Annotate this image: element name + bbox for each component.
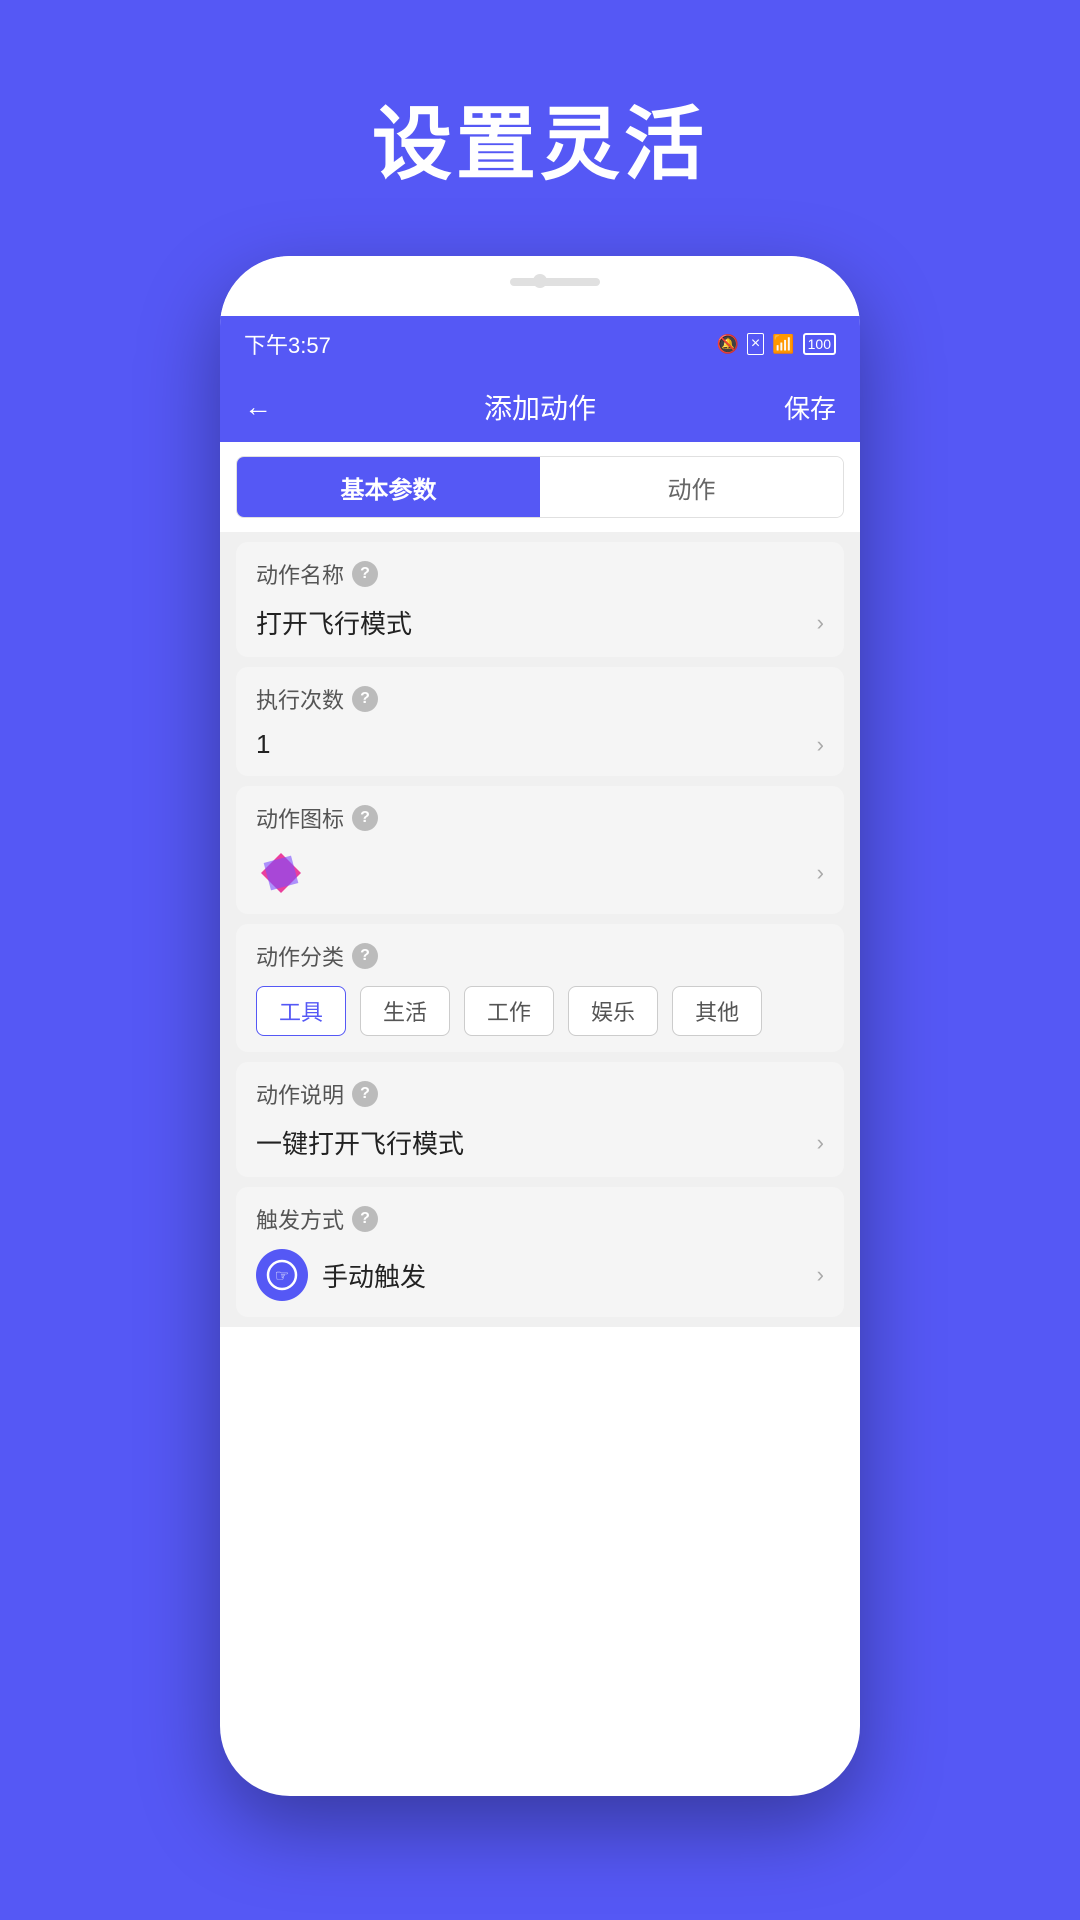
diamond-icon [256,848,306,898]
action-desc-row[interactable]: 一键打开飞行模式 › [256,1124,824,1161]
exec-count-help-icon[interactable]: ? [352,686,378,712]
tab-action[interactable]: 动作 [540,457,843,517]
tab-bar: 基本参数 动作 [236,456,844,518]
action-desc-section: 动作说明 ? 一键打开飞行模式 › [236,1062,844,1177]
exec-count-value: 1 [256,729,270,760]
action-icon-label: 动作图标 [256,802,344,834]
battery-icon: 100 [803,333,836,355]
action-desc-chevron: › [817,1130,824,1156]
action-name-section: 动作名称 ? 打开飞行模式 › [236,542,844,657]
action-name-row[interactable]: 打开飞行模式 › [256,604,824,641]
tag-other[interactable]: 其他 [672,986,762,1036]
status-time: 下午3:57 [244,328,331,360]
trigger-mode-section: 触发方式 ? ☞ 手动触发 › [236,1187,844,1317]
trigger-mode-icon: ☞ [256,1249,308,1301]
app-bar-title: 添加动作 [484,387,596,427]
back-button[interactable]: ← [244,391,272,423]
action-name-chevron: › [817,610,824,636]
tab-basic-params[interactable]: 基本参数 [237,457,540,517]
action-desc-value: 一键打开飞行模式 [256,1124,464,1161]
sim-icon: × [747,333,764,355]
action-name-value: 打开飞行模式 [256,604,412,641]
exec-count-label: 执行次数 [256,683,344,715]
app-bar: ← 添加动作 保存 [220,372,860,442]
exec-count-chevron: › [817,732,824,758]
svg-text:☞: ☞ [275,1268,289,1285]
wifi-icon: 📶 [772,334,794,355]
mute-icon: 🔕 [716,334,738,355]
hand-touch-icon: ☞ [266,1259,298,1291]
trigger-mode-chevron: › [817,1262,824,1288]
action-name-help-icon[interactable]: ? [352,561,378,587]
action-desc-label: 动作说明 [256,1078,344,1110]
status-bar: 下午3:57 🔕 × 📶 100 [220,316,860,372]
status-icons: 🔕 × 📶 100 [716,333,836,355]
tag-tool[interactable]: 工具 [256,986,346,1036]
action-icon-chevron: › [817,860,824,886]
action-icon-section: 动作图标 ? › [236,786,844,914]
exec-count-section: 执行次数 ? 1 › [236,667,844,776]
action-desc-help-icon[interactable]: ? [352,1081,378,1107]
tag-entertainment[interactable]: 娱乐 [568,986,658,1036]
tag-work[interactable]: 工作 [464,986,554,1036]
save-button[interactable]: 保存 [784,389,836,426]
action-icon-help-icon[interactable]: ? [352,805,378,831]
action-category-section: 动作分类 ? 工具 生活 工作 娱乐 其他 [236,924,844,1052]
content-area: 动作名称 ? 打开飞行模式 › 执行次数 ? 1 › 动作图标 ? [220,532,860,1327]
category-tags: 工具 生活 工作 娱乐 其他 [256,986,824,1036]
trigger-mode-label: 触发方式 [256,1203,344,1235]
action-category-label: 动作分类 [256,940,344,972]
action-icon-row[interactable]: › [256,848,824,898]
action-name-label: 动作名称 [256,558,344,590]
phone-speaker [510,278,600,286]
exec-count-row[interactable]: 1 › [256,729,824,760]
phone-notch [220,256,860,316]
phone-frame: 下午3:57 🔕 × 📶 100 ← 添加动作 保存 基本参数 动作 动作名称 … [220,256,860,1796]
trigger-mode-row[interactable]: ☞ 手动触发 › [256,1249,824,1301]
action-category-help-icon[interactable]: ? [352,943,378,969]
trigger-mode-value: 手动触发 [322,1257,426,1294]
page-headline: 设置灵活 [372,80,708,196]
trigger-mode-help-icon[interactable]: ? [352,1206,378,1232]
tag-life[interactable]: 生活 [360,986,450,1036]
